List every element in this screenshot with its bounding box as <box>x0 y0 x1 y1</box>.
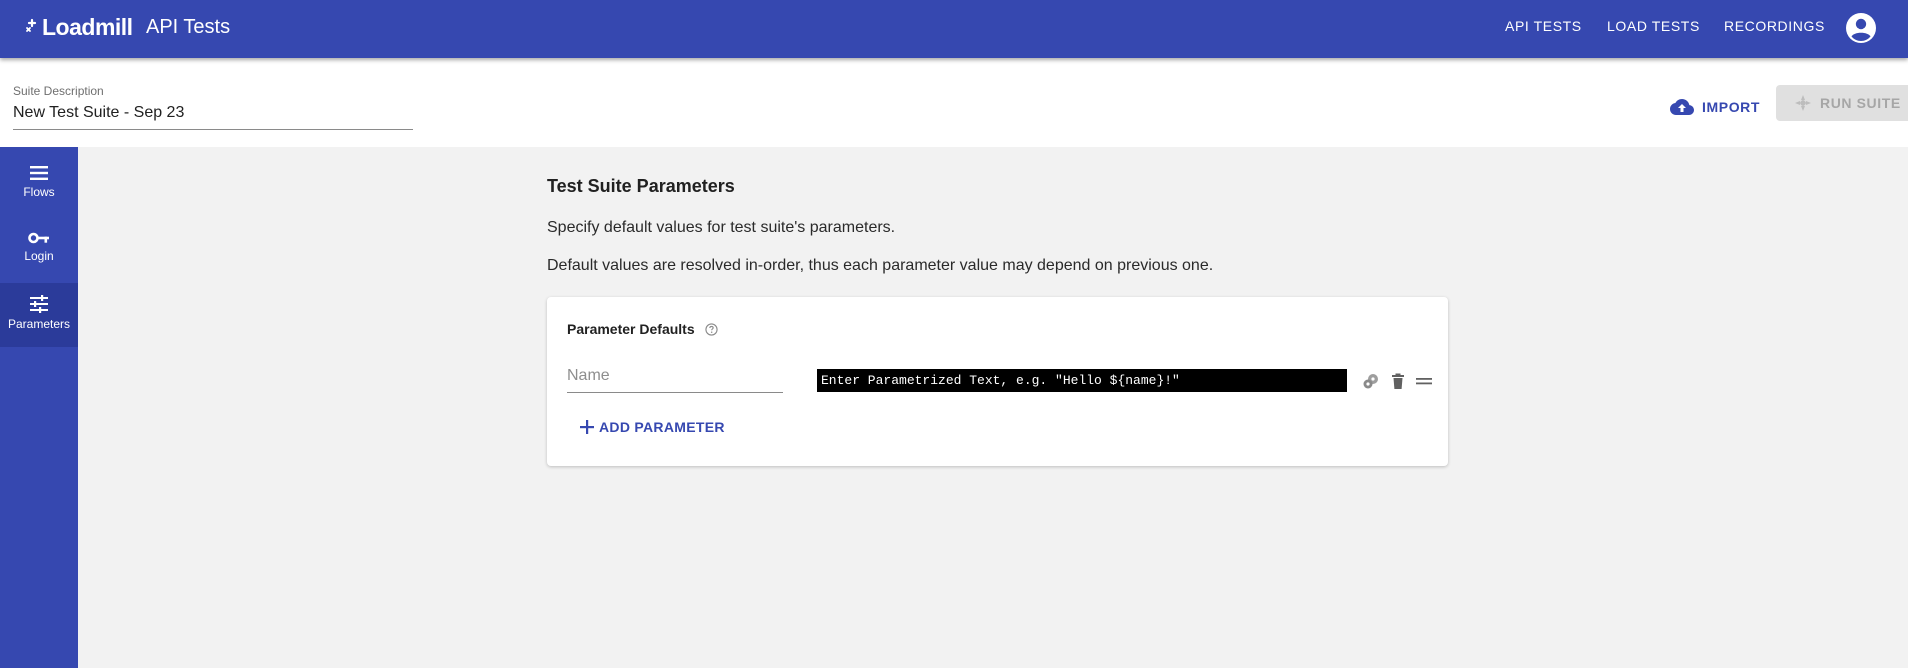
plus-icon <box>580 420 594 434</box>
page-title: Test Suite Parameters <box>547 176 735 196</box>
loadmill-logo[interactable]: Loadmill <box>24 14 133 40</box>
sidebar: Flows Login Parameters <box>0 147 78 668</box>
import-button[interactable]: IMPORT <box>1670 92 1760 122</box>
parameter-defaults-card: Parameter Defaults Name Enter Parametriz… <box>547 297 1448 466</box>
run-suite-label: RUN SUITE <box>1820 95 1901 111</box>
loadmill-mark-icon <box>26 18 37 32</box>
add-parameter-button[interactable]: ADD PARAMETER <box>579 419 725 435</box>
parameter-value-input[interactable]: Enter Parametrized Text, e.g. "Hello ${n… <box>817 369 1347 392</box>
page-description-1: Specify default values for test suite's … <box>547 219 896 236</box>
add-parameter-label: ADD PARAMETER <box>599 419 725 435</box>
sidebar-item-parameters[interactable]: Parameters <box>0 283 78 347</box>
cloud-upload-icon <box>1670 99 1694 115</box>
run-suite-button[interactable]: RUN SUITE <box>1776 85 1908 121</box>
suite-description-label: Suite Description <box>13 84 104 98</box>
app-bar: Loadmill API Tests API TESTS LOAD TESTS … <box>0 0 1908 58</box>
parameter-name-underline <box>567 392 783 393</box>
sidebar-item-flows[interactable]: Flows <box>0 165 78 211</box>
parameter-name-input[interactable]: Name <box>567 367 783 390</box>
drag-handle-icon[interactable] <box>1415 372 1433 390</box>
nav-api-tests[interactable]: API TESTS <box>1505 18 1582 34</box>
sidebar-item-label: Flows <box>23 185 55 199</box>
sidebar-item-login[interactable]: Login <box>0 231 78 277</box>
import-label: IMPORT <box>1702 99 1761 115</box>
page-description-2: Default values are resolved in-order, th… <box>547 257 1214 274</box>
card-title: Parameter Defaults <box>567 321 718 337</box>
delete-icon[interactable] <box>1389 372 1407 390</box>
card-title-text: Parameter Defaults <box>567 321 695 337</box>
suite-description-input[interactable]: New Test Suite - Sep 23 <box>13 104 184 122</box>
suite-description-underline <box>13 129 413 130</box>
sidebar-item-label: Parameters <box>7 317 71 331</box>
logo-text: Loadmill <box>42 13 133 40</box>
app-title: API Tests <box>146 16 231 38</box>
sidebar-item-label: Login <box>24 249 54 263</box>
nav-recordings[interactable]: RECORDINGS <box>1724 18 1825 34</box>
help-icon[interactable] <box>704 322 718 336</box>
key-icon <box>28 232 49 244</box>
nav-load-tests[interactable]: LOAD TESTS <box>1607 18 1700 34</box>
suite-header: Suite Description New Test Suite - Sep 2… <box>0 58 1908 147</box>
run-icon <box>1795 95 1811 111</box>
list-icon <box>30 166 48 180</box>
tune-icon <box>30 295 48 313</box>
generate-icon[interactable] <box>1362 372 1380 390</box>
account-icon[interactable] <box>1845 12 1877 44</box>
